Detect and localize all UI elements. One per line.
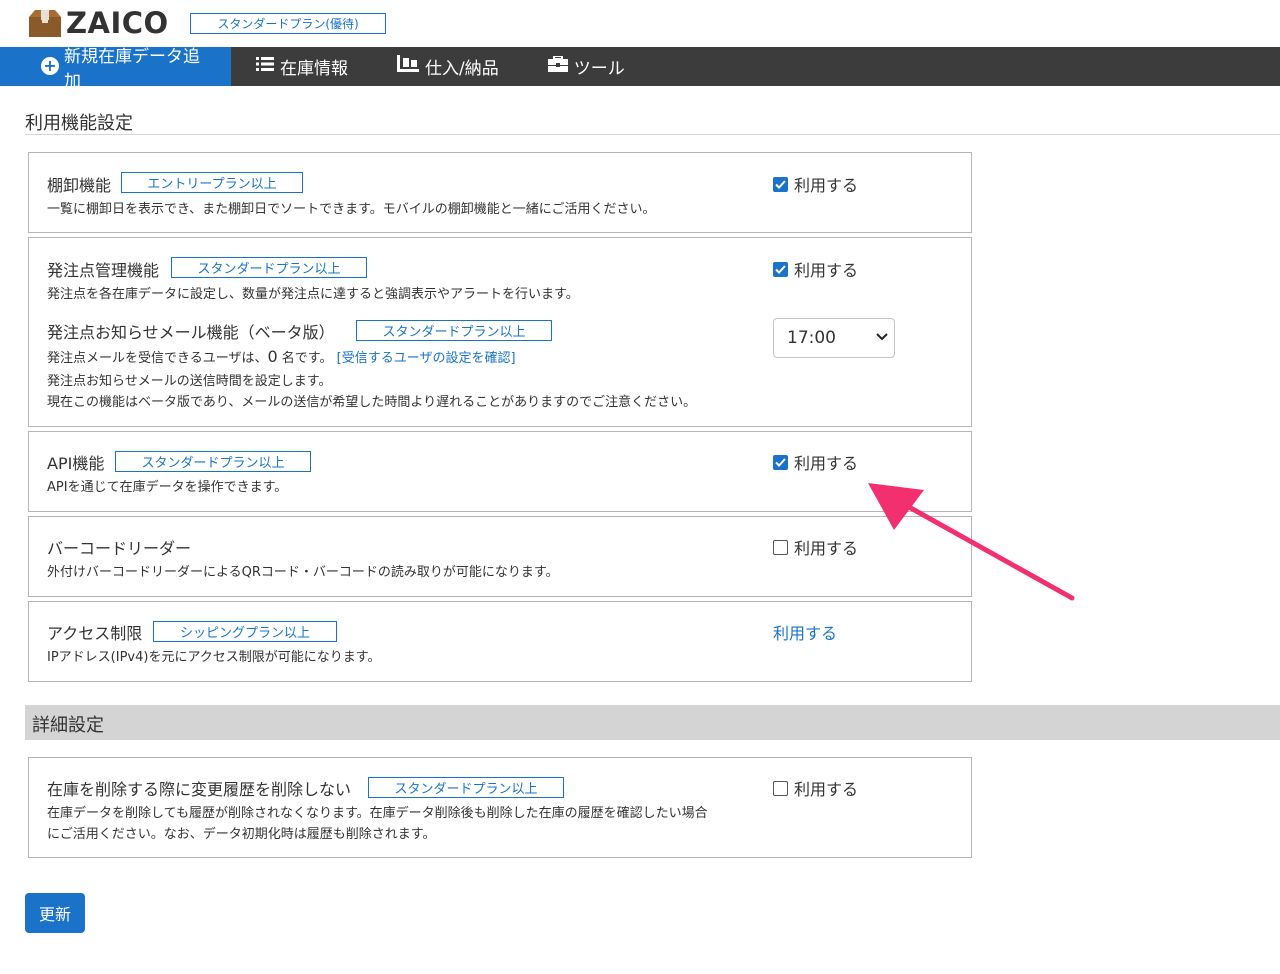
nav-tools[interactable]: ツール [523,47,641,86]
nav-inventory-info[interactable]: 在庫情報 [231,47,373,86]
mail-time-select[interactable]: 17:00 [773,318,895,358]
list-icon [256,56,274,77]
nav-purchase[interactable]: 仕入/納品 [373,47,523,86]
unchecked-box-icon [773,780,788,796]
feature-title: 発注点管理機能 [47,261,160,280]
feature-card-access: アクセス制限 シッピングプラン以上 IPアドレス(IPv4)を元にアクセス制限が… [28,601,972,682]
recipient-count: 0 [267,347,278,366]
feature-description: IPアドレス(IPv4)を元にアクセス制限が可能になります。 [47,650,381,665]
feature-title: アクセス制限 [47,624,143,643]
recipient-prefix: 発注点メールを受信できるユーザは、 [47,351,268,366]
plan-requirement-badge: スタンダードプラン以上 [171,257,367,278]
beta-notice: 現在この機能はベータ版であり、メールの送信が希望した時間より遅れることがあります… [47,395,697,410]
mail-recipient-text: 発注点メールを受信できるユーザは、0 名です。 [受信するユーザの設定を確認] [47,347,516,366]
zaico-logo[interactable]: ZAICO [28,6,169,40]
feature-description: 発注点を各在庫データに設定し、数量が発注点に達すると強調表示やアラートを行います… [47,287,579,302]
plan-requirement-badge: シッピングプラン以上 [153,621,337,642]
use-stocktake-checkbox[interactable]: 利用する [773,172,858,196]
use-api-checkbox[interactable]: 利用する [773,450,858,474]
unchecked-box-icon [773,539,788,555]
use-barcode-checkbox[interactable]: 利用する [773,535,858,559]
nav-add-inventory[interactable]: + 新規在庫データ追加 [0,47,231,92]
checked-icon [773,261,788,277]
checkbox-label: 利用する [794,261,859,280]
nav-inventory-label: 在庫情報 [280,59,348,79]
plan-requirement-badge: エントリープラン以上 [121,172,303,193]
feature-description-line1: 在庫データを削除しても履歴が削除されなくなります。在庫データ削除後も削除した在庫… [47,806,708,821]
detail-card-keep-history: 在庫を削除する際に変更履歴を削除しない スタンダードプラン以上 在庫データを削除… [28,757,972,858]
nav-purchase-label: 仕入/納品 [425,59,499,79]
feature-card-barcode: バーコードリーダー 外付けバーコードリーダーによるQRコード・バーコードの読み取… [28,516,972,597]
plan-requirement-badge: スタンダードプラン以上 [115,451,311,472]
usage-settings-title: 利用機能設定 [25,113,133,134]
chevron-down-icon [876,333,888,341]
checked-icon [773,454,788,470]
detail-settings-title: 詳細設定 [32,715,104,736]
use-order-point-checkbox[interactable]: 利用する [773,257,858,281]
check-recipients-link[interactable]: [受信するユーザの設定を確認] [337,351,516,366]
mail-feature-title: 発注点お知らせメール機能（ベータ版） [47,323,335,342]
logo-text: ZAICO [66,6,169,40]
checkbox-label: 利用する [794,176,859,195]
recipient-suffix: 名です。 [277,351,333,366]
plan-requirement-badge: スタンダードプラン以上 [356,320,552,341]
app-header: ZAICO スタンダードプラン(優待) [0,0,1280,47]
keep-history-checkbox[interactable]: 利用する [773,776,858,800]
update-button[interactable]: 更新 [25,893,85,933]
plan-requirement-badge: スタンダードプラン以上 [368,777,564,798]
feature-description: 一覧に棚卸日を表示でき、また棚卸日でソートできます。モバイルの棚卸機能と一緒にご… [47,202,656,217]
mail-time-description: 発注点お知らせメールの送信時間を設定します。 [47,374,332,389]
feature-description: APIを通じて在庫データを操作できます。 [47,480,288,495]
toolbox-icon [547,55,568,77]
main-nav: + 新規在庫データ追加 在庫情報 仕入/納品 ツール [0,47,1280,92]
current-plan-badge: スタンダードプラン(優待) [190,13,386,34]
mail-time-value: 17:00 [787,328,836,348]
detail-settings-header: 詳細設定 [25,705,1280,740]
plus-circle-icon: + [41,57,59,75]
checkbox-label: 利用する [794,539,859,558]
feature-card-order-point: 発注点管理機能 スタンダードプラン以上 発注点を各在庫データに設定し、数量が発注… [28,237,972,427]
checkbox-label: 利用する [794,454,859,473]
checkbox-label: 利用する [794,780,859,799]
feature-description-line2: にご活用ください。なお、データ初期化時は履歴も削除されます。 [47,827,436,842]
feature-title: 棚卸機能 [47,176,112,195]
checked-icon [773,176,788,192]
annotation-arrow-icon [868,483,1075,601]
nav-tools-label: ツール [573,59,625,79]
use-access-link[interactable]: 利用する [773,620,837,644]
feature-card-api: API機能 スタンダードプラン以上 APIを通じて在庫データを操作できます。 利… [28,431,972,512]
feature-description: 外付けバーコードリーダーによるQRコード・バーコードの読み取りが可能になります。 [47,565,559,580]
nav-add-label: 新規在庫データ追加 [64,46,200,92]
feature-card-stocktake: 棚卸機能 エントリープラン以上 一覧に棚卸日を表示でき、また棚卸日でソートできま… [28,152,972,233]
box-logo-icon [28,8,62,38]
feature-title: 在庫を削除する際に変更履歴を削除しない [47,780,352,799]
dolly-icon [397,55,419,78]
section-divider [25,134,1280,135]
feature-title: API機能 [47,454,105,473]
feature-title: バーコードリーダー [47,539,192,558]
